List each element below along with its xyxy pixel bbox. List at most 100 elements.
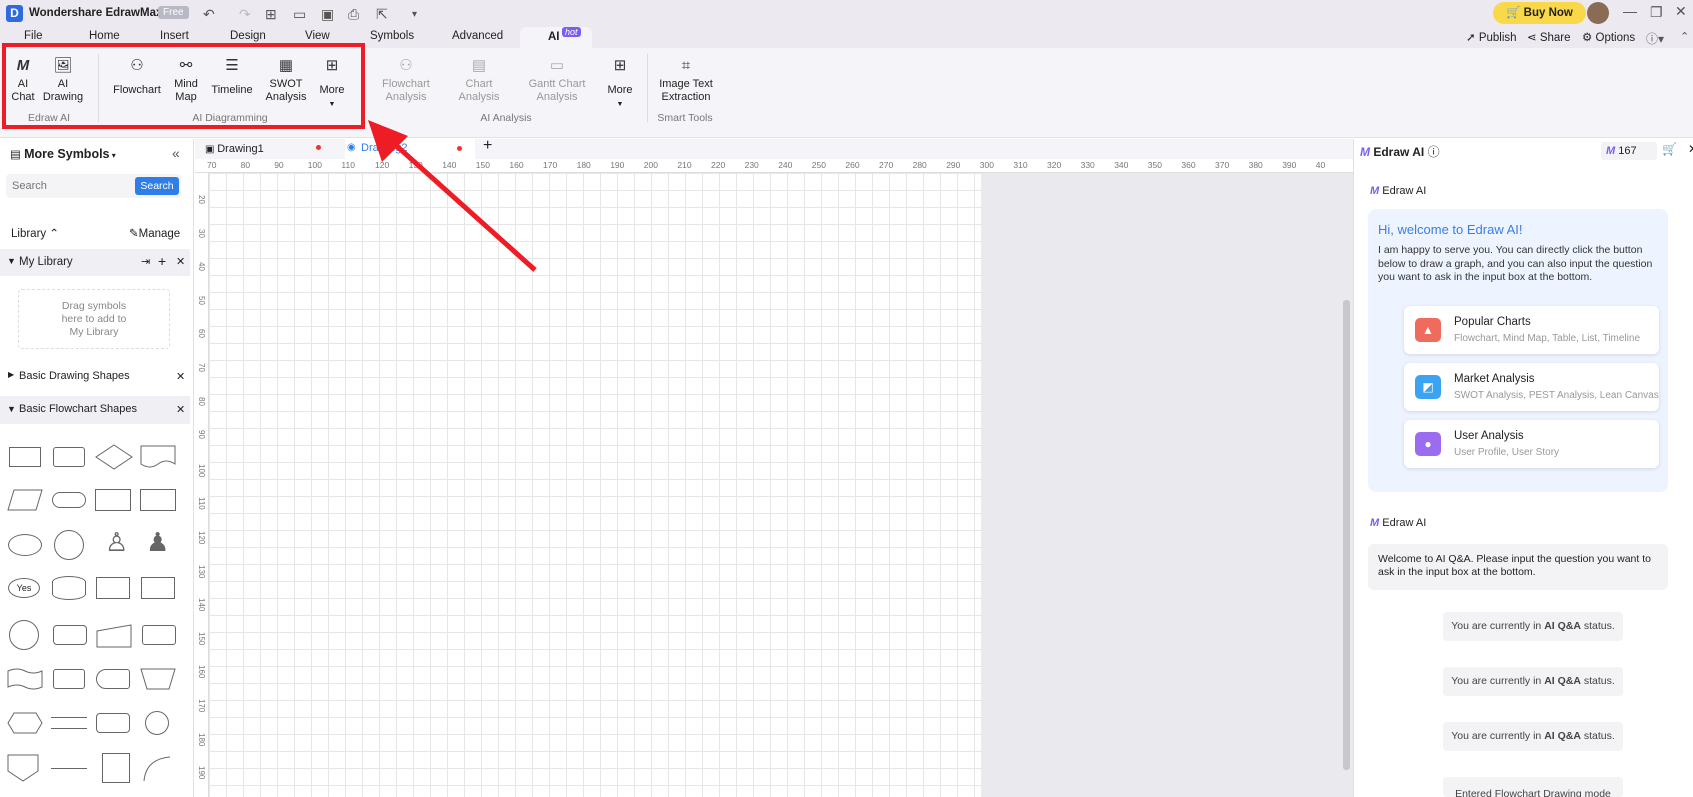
tab-insert[interactable]: Insert <box>160 30 189 42</box>
ruler-tick-label: 180 <box>197 732 206 746</box>
gantt-analysis-button[interactable]: ▭ Gantt Chart Analysis <box>524 58 590 104</box>
process-shape[interactable] <box>9 447 41 467</box>
basic-drawing-shapes-row[interactable]: ▶ Basic Drawing Shapes ✕ <box>0 364 190 390</box>
bot-label: M Edraw AI <box>1370 517 1427 529</box>
person-shape[interactable]: ♟ <box>146 527 169 558</box>
redo-icon[interactable]: ↷ <box>239 6 251 23</box>
credits-badge[interactable]: M 167 <box>1601 142 1657 160</box>
restore-icon[interactable]: ❐ <box>1650 4 1663 21</box>
buy-now-button[interactable]: 🛒 Buy Now <box>1493 2 1586 24</box>
close-icon[interactable]: ✕ <box>176 403 185 416</box>
avatar[interactable] <box>1587 2 1609 24</box>
open-folder-icon[interactable]: ▭ <box>293 6 306 23</box>
summing-junction-shape[interactable] <box>145 711 169 735</box>
card-shape[interactable] <box>142 625 176 645</box>
qa-message: Welcome to AI Q&A. Please input the ques… <box>1368 544 1668 590</box>
publish-icon: ➚ <box>1466 32 1479 44</box>
ruler-tick-label: 320 <box>1047 160 1062 170</box>
collapse-panel-icon[interactable]: « <box>172 145 180 161</box>
my-library-row[interactable]: ▼ My Library ⇥ + ✕ <box>0 249 190 276</box>
print-icon[interactable]: ⎙ <box>348 6 359 23</box>
user-analysis-card[interactable]: ● User Analysis User Profile, User Story <box>1404 420 1659 468</box>
undo-icon[interactable]: ↶ <box>203 6 215 23</box>
close-icon[interactable]: ✕ <box>1675 3 1687 20</box>
tab-view[interactable]: View <box>305 30 330 42</box>
alternate-process-shape[interactable] <box>96 713 130 733</box>
off-page-connector-shape[interactable] <box>6 753 40 783</box>
doc-tab-drawing1[interactable]: ▣ Drawing1 <box>205 141 323 157</box>
manual-input-shape[interactable] <box>141 577 175 599</box>
annotation-shape[interactable] <box>102 753 130 783</box>
display-shape[interactable] <box>96 669 130 689</box>
document-icon: ▣ <box>205 144 218 155</box>
rounded-process-shape[interactable] <box>53 447 85 467</box>
delay-shape[interactable] <box>53 669 85 689</box>
fire-icon: ▲ <box>1415 318 1441 342</box>
preparation-shape[interactable] <box>6 711 44 735</box>
drawing-page[interactable] <box>209 173 981 797</box>
options-button[interactable]: ⚙ Options <box>1582 30 1635 44</box>
close-icon[interactable]: ✕ <box>1688 142 1693 156</box>
market-analysis-card[interactable]: ◩ Market Analysis SWOT Analysis, PEST An… <box>1404 363 1659 411</box>
search-input[interactable] <box>12 178 122 194</box>
basic-flowchart-shapes-row[interactable]: ▼ Basic Flowchart Shapes ✕ <box>0 396 190 424</box>
tab-design[interactable]: Design <box>230 30 266 42</box>
terminator-shape[interactable] <box>52 492 86 508</box>
minimize-icon[interactable]: — <box>1623 3 1637 19</box>
export-icon[interactable]: ⇱ <box>376 6 388 23</box>
chart-analysis-icon: ▤ <box>471 57 487 74</box>
tab-advanced[interactable]: Advanced <box>452 30 503 42</box>
arc-shape[interactable] <box>140 753 174 783</box>
ai-analysis-more-button[interactable]: ⊞ More ▼ <box>604 58 636 111</box>
close-icon[interactable]: ✕ <box>176 255 185 268</box>
tab-symbols[interactable]: Symbols <box>370 30 414 42</box>
customize-icon[interactable]: ▾ <box>412 9 417 20</box>
plus-icon[interactable]: + <box>158 253 166 269</box>
cart-icon[interactable]: 🛒 <box>1662 142 1677 156</box>
document-shape[interactable] <box>139 444 177 470</box>
help-icon[interactable]: ⓘ▾ <box>1646 30 1664 47</box>
caret-right-icon: ▶ <box>8 370 15 379</box>
vertical-scrollbar[interactable] <box>1343 300 1350 770</box>
ellipse-shape[interactable] <box>8 534 42 556</box>
chart-analysis-button[interactable]: ▤ Chart Analysis <box>455 57 503 104</box>
close-icon[interactable]: ✕ <box>176 370 185 383</box>
tape-shape[interactable] <box>6 667 44 691</box>
ruler-tick-label: 350 <box>1147 160 1162 170</box>
actor-shape[interactable]: ♙ <box>105 527 128 558</box>
manual-operation-shape[interactable] <box>95 623 133 649</box>
predefined-process-shape[interactable] <box>95 489 131 511</box>
tab-ai[interactable]: AI hot <box>520 27 592 48</box>
internal-storage-shape[interactable] <box>140 489 176 511</box>
database-shape[interactable] <box>52 576 86 600</box>
circle-shape[interactable] <box>54 530 84 560</box>
collapse-ribbon-icon[interactable]: ⌃ <box>1680 30 1689 43</box>
parallel-mode-shape[interactable] <box>51 717 87 729</box>
flowchart-analysis-button[interactable]: ⚇ Flowchart Analysis <box>378 58 434 104</box>
new-icon[interactable]: ⊞ <box>265 6 277 23</box>
tab-file[interactable]: File <box>24 30 43 42</box>
yes-shape[interactable]: Yes <box>8 578 40 598</box>
manage-button[interactable]: ✎Manage <box>129 226 180 240</box>
ruler-tick-label: 160 <box>197 665 206 679</box>
line-connector-shape[interactable] <box>51 768 87 769</box>
tab-home[interactable]: Home <box>89 30 120 42</box>
help-icon[interactable]: ⓘ <box>1428 145 1440 159</box>
import-icon[interactable]: ⇥ <box>141 255 150 268</box>
popular-charts-card[interactable]: ▲ Popular Charts Flowchart, Mind Map, Ta… <box>1404 306 1659 354</box>
publish-button[interactable]: ➚ Publish <box>1466 30 1517 44</box>
connector-shape[interactable] <box>9 620 39 650</box>
share-button[interactable]: ⋖ Share <box>1527 30 1571 44</box>
direct-access-shape[interactable] <box>53 625 87 645</box>
stored-data-shape[interactable] <box>96 577 130 599</box>
data-shape[interactable] <box>6 488 44 512</box>
image-text-extraction-button[interactable]: ⌗ Image Text Extraction <box>658 58 714 104</box>
ruler-tick-label: 270 <box>879 160 894 170</box>
status-message: You are currently in AI Q&A status. <box>1443 667 1623 696</box>
decision-shape[interactable] <box>94 444 134 470</box>
drop-zone[interactable]: Drag symbols here to add to My Library <box>18 289 170 349</box>
gear-icon: ⚙ <box>1582 32 1596 44</box>
search-button[interactable]: Search <box>135 177 179 195</box>
manual-loop-shape[interactable] <box>139 667 177 691</box>
save-icon[interactable]: ▣ <box>321 6 334 23</box>
